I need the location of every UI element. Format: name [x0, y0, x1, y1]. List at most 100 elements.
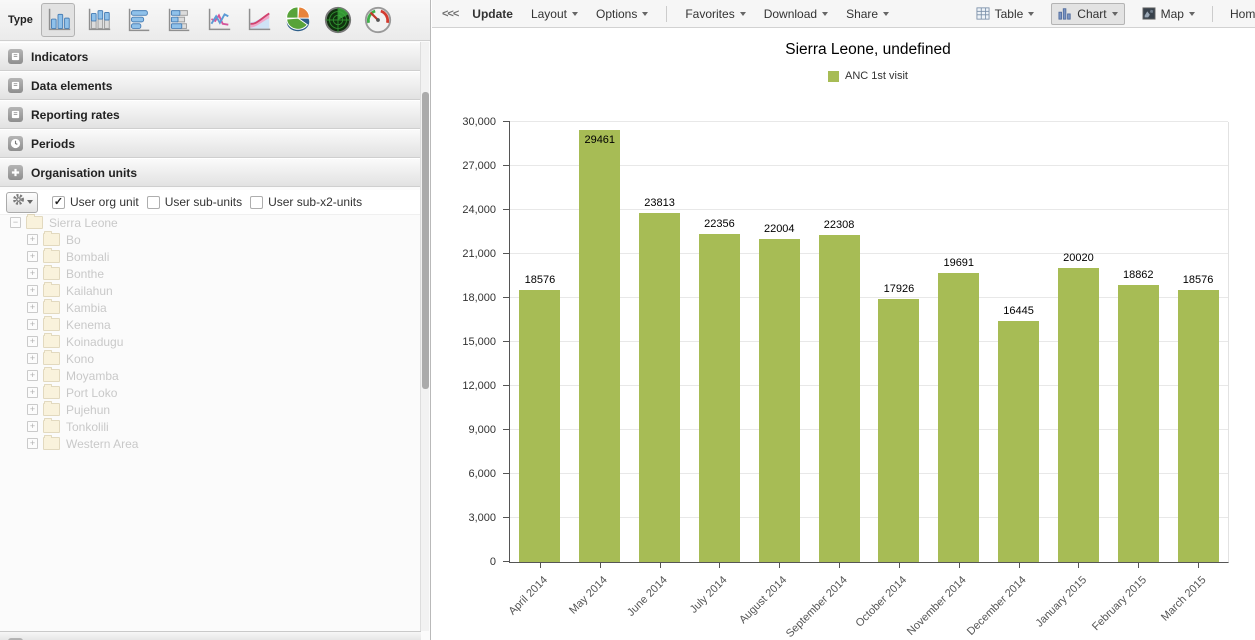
y-axis-label: 0: [434, 556, 496, 568]
folder-icon: [43, 318, 60, 331]
menu-download[interactable]: Download: [764, 7, 828, 21]
tree-item-port-loko[interactable]: +Port Loko: [0, 384, 421, 401]
menu-layout[interactable]: Layout: [531, 7, 578, 21]
gear-button[interactable]: [6, 192, 38, 213]
bar-august-2014[interactable]: [759, 239, 800, 562]
bar-december-2014[interactable]: [998, 321, 1039, 562]
bar-february-2015[interactable]: [1118, 285, 1159, 562]
checkbox-user-sub-units[interactable]: [147, 196, 160, 209]
bar-march-2015[interactable]: [1178, 290, 1219, 562]
section-header-indicators[interactable]: Indicators: [0, 42, 421, 71]
bar-value-label: 23813: [630, 197, 690, 209]
expand-toggle-icon[interactable]: +: [27, 234, 38, 245]
section-header-reporting-rates[interactable]: Reporting rates: [0, 100, 421, 129]
bar-value-label: 17926: [869, 283, 929, 295]
pie-chart-icon[interactable]: [281, 3, 315, 37]
area-chart-icon[interactable]: [241, 3, 275, 37]
menu-favorites[interactable]: Favorites: [685, 7, 745, 21]
tree-item-koinadugu[interactable]: +Koinadugu: [0, 333, 421, 350]
bar-chart-icon[interactable]: [121, 3, 155, 37]
y-axis-label: 21,000: [434, 248, 496, 260]
tree-item-kenema[interactable]: +Kenema: [0, 316, 421, 333]
menu-home-button[interactable]: Home: [1223, 3, 1255, 25]
expand-toggle-icon[interactable]: +: [27, 251, 38, 262]
section-header-organisation-units[interactable]: Organisation units: [0, 158, 421, 187]
bar-july-2014[interactable]: [699, 234, 740, 562]
tree-item-bonthe[interactable]: + Bonthe: [0, 265, 421, 282]
indicators-book-icon: [8, 49, 23, 64]
radar-chart-icon[interactable]: [321, 3, 355, 37]
menu-label: Layout: [531, 7, 567, 21]
tree-item-bombali[interactable]: +Bombali: [0, 248, 421, 265]
collapsed-section-header[interactable]: [0, 631, 421, 640]
expand-toggle-icon[interactable]: +: [27, 268, 38, 279]
tree-item-bo[interactable]: +Bo: [0, 231, 421, 248]
menu-chart-button[interactable]: Chart: [1051, 3, 1124, 25]
type-label: Type: [8, 14, 33, 26]
x-axis-label: April 2014: [507, 574, 551, 618]
collapse-sidebar-control[interactable]: <<<: [442, 8, 458, 20]
stacked-bar-chart-icon[interactable]: [161, 3, 195, 37]
tree-item-kailahun[interactable]: +Kailahun: [0, 282, 421, 299]
expand-toggle-icon[interactable]: +: [27, 438, 38, 449]
column-chart-icon[interactable]: [41, 3, 75, 37]
checkbox-user-org-unit[interactable]: ✓: [52, 196, 65, 209]
expand-toggle-icon[interactable]: +: [27, 421, 38, 432]
bar-november-2014[interactable]: [938, 273, 979, 562]
tree-item-tonkolili[interactable]: +Tonkolili: [0, 418, 421, 435]
tree-item-kono[interactable]: +Kono: [0, 350, 421, 367]
orgunit-mode-checkboxes: ✓User org unitUser sub-unitsUser sub-x2-…: [44, 195, 362, 209]
section-header-data-elements[interactable]: Data elements: [0, 71, 421, 100]
menu-table-button[interactable]: Table: [969, 3, 1042, 25]
bar-september-2014[interactable]: [819, 235, 860, 562]
bar-value-label: 19691: [929, 257, 989, 269]
tree-item-kambia[interactable]: +Kambia: [0, 299, 421, 316]
menu-update[interactable]: Update: [472, 7, 513, 21]
expand-toggle-icon[interactable]: +: [27, 370, 38, 381]
sidebar-scrollbar[interactable]: [420, 42, 429, 631]
expand-toggle-icon[interactable]: +: [27, 336, 38, 347]
expand-toggle-icon[interactable]: +: [27, 285, 38, 296]
bar-may-2014[interactable]: [579, 130, 620, 562]
bar-october-2014[interactable]: [878, 299, 919, 562]
tree-item-moyamba[interactable]: +Moyamba: [0, 367, 421, 384]
menu-map-button[interactable]: Map: [1135, 3, 1202, 25]
checkbox-user-sub-x2-units[interactable]: [250, 196, 263, 209]
legend-swatch: [828, 71, 839, 82]
tree-item-sierra-leone[interactable]: − Sierra Leone: [0, 214, 421, 231]
y-axis-tick: [503, 297, 510, 298]
menu-options[interactable]: Options: [596, 7, 648, 21]
bar-january-2015[interactable]: [1058, 268, 1099, 562]
y-axis-tick: [503, 165, 510, 166]
tree-item-pujehun[interactable]: +Pujehun: [0, 401, 421, 418]
table-icon: [976, 7, 990, 20]
folder-icon: [43, 352, 60, 365]
tree-item-label: Sierra Leone: [49, 216, 118, 230]
line-chart-icon[interactable]: [201, 3, 235, 37]
section-header-periods[interactable]: Periods: [0, 129, 421, 158]
stacked-column-chart-icon[interactable]: [81, 3, 115, 37]
collapse-toggle-icon[interactable]: −: [10, 217, 21, 228]
tree-item-label: Bonthe: [66, 267, 104, 281]
x-axis-tick: [839, 563, 840, 568]
y-axis-tick: [503, 253, 510, 254]
expand-toggle-icon[interactable]: +: [27, 353, 38, 364]
expand-toggle-icon[interactable]: +: [27, 302, 38, 313]
y-axis-label: 24,000: [434, 204, 496, 216]
chart-title: Sierra Leone, undefined: [509, 41, 1227, 59]
checkbox-item-user-org-unit: ✓User org unit: [52, 195, 139, 209]
menu-share[interactable]: Share: [846, 7, 889, 21]
expand-toggle-icon[interactable]: +: [27, 404, 38, 415]
bar-april-2014[interactable]: [519, 290, 560, 562]
menu-separator: [666, 6, 667, 22]
gauge-chart-icon[interactable]: [361, 3, 395, 37]
x-axis-label: June 2014: [625, 574, 670, 619]
bar-value-label: 16445: [989, 305, 1049, 317]
bar-june-2014[interactable]: [639, 213, 680, 562]
expand-toggle-icon[interactable]: +: [27, 319, 38, 330]
clock-icon: [8, 136, 23, 151]
expand-toggle-icon[interactable]: +: [27, 387, 38, 398]
y-axis-label: 6,000: [434, 468, 496, 480]
scrollbar-thumb[interactable]: [422, 92, 429, 389]
tree-item-western-area[interactable]: +Western Area: [0, 435, 421, 452]
